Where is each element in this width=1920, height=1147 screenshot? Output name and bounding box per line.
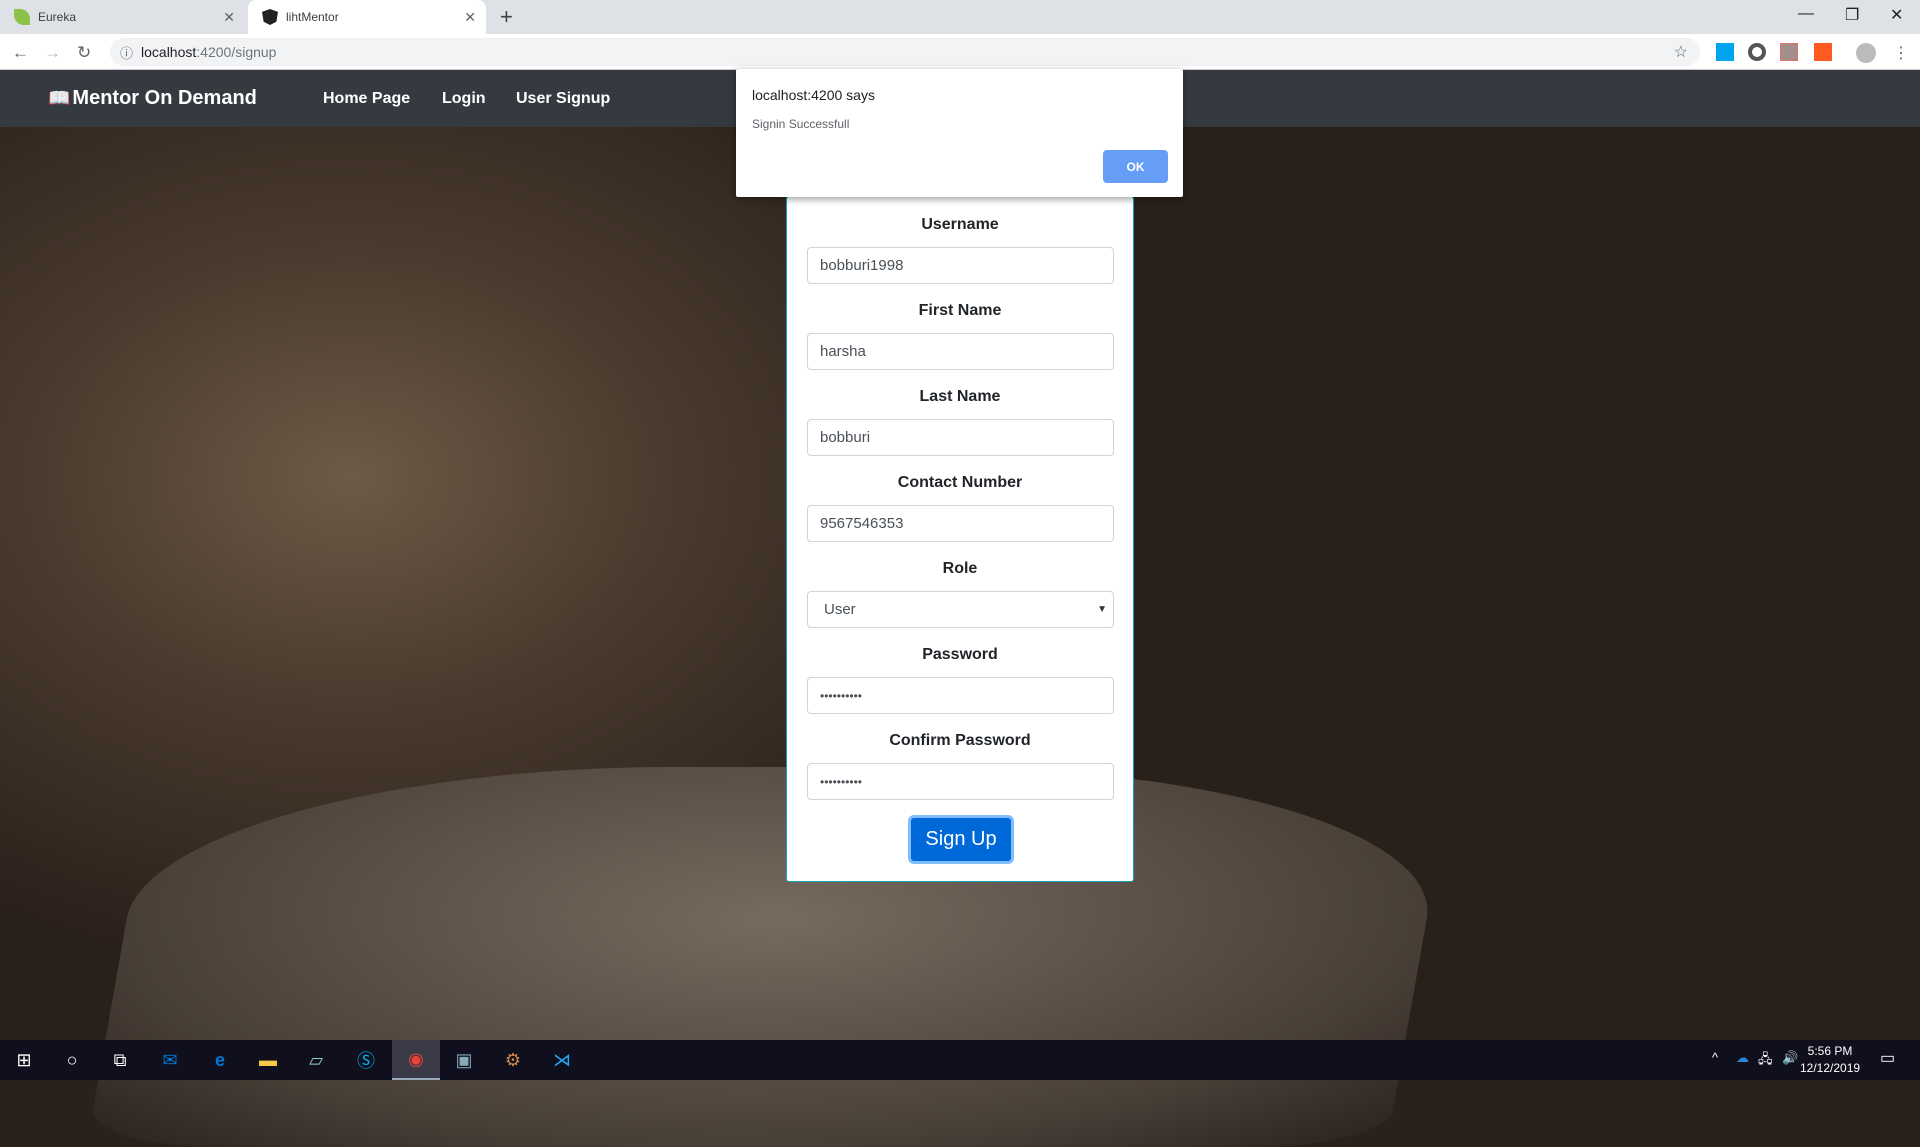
nav-home-page[interactable]: Home Page [323,90,410,108]
address-bar[interactable]: ⓘ localhost:4200/signup ☆ [110,38,1700,66]
minimize-button[interactable]: — [1798,5,1814,23]
profile-avatar[interactable] [1856,43,1876,63]
network-icon[interactable]: 🖧 [1758,1050,1773,1072]
url-path: :4200/signup [196,44,277,60]
url-host: localhost [141,44,197,60]
username-input[interactable]: bobburi1998 [807,247,1114,284]
role-value: User [824,601,856,618]
info-icon[interactable]: ⓘ [120,43,133,62]
role-select[interactable]: User ▼ [807,591,1114,628]
menu-icon[interactable]: ⋮ [1893,43,1909,63]
confirm-password-input[interactable]: •••••••••• [807,763,1114,800]
password-input[interactable]: •••••••••• [807,677,1114,714]
mysql-workbench-icon[interactable]: ▣ [440,1040,488,1080]
skype-icon[interactable]: Ⓢ [342,1040,390,1080]
tab-lihtmentor[interactable]: lihtMentor ✕ [248,0,486,34]
close-tab-icon[interactable]: ✕ [223,9,235,26]
java-ee-ide-icon[interactable]: ⚙ [489,1040,537,1080]
bookmark-star-icon[interactable]: ☆ [1674,42,1688,62]
ok-button[interactable]: OK [1103,150,1168,183]
volume-icon[interactable]: 🔊 [1782,1050,1798,1066]
signup-form: Username bobburi1998 First Name harsha L… [786,196,1134,882]
circle-extension-icon[interactable] [1748,43,1766,61]
windows-extension-icon[interactable] [1716,43,1734,61]
sign-up-button[interactable]: Sign Up [908,815,1014,864]
tab-eureka[interactable]: Eureka ✕ [0,0,245,34]
book-icon: 📖 [48,88,71,108]
windows-taskbar: ⊞ ○ ⧉ ✉ e ▬ ▱ Ⓢ ◉ ▣ ⚙ ⋊ ^ ☁ 🖧 🔊 5:56 PM 1… [0,1040,1920,1080]
outlook-icon[interactable]: ✉ [146,1040,194,1080]
file-explorer-icon[interactable]: ▬ [244,1040,292,1080]
time: 5:56 PM [1807,1044,1853,1058]
role-label: Role [942,560,978,577]
address-toolbar: ← → ↻ ⓘ localhost:4200/signup ☆ ⋮ [0,34,1920,70]
close-window-button[interactable]: ✕ [1890,5,1903,25]
chrome-icon[interactable]: ◉ [392,1040,440,1080]
restore-button[interactable]: ❐ [1845,5,1859,25]
nav-user-signup[interactable]: User Signup [516,90,610,108]
dialog-message: Signin Successfull [752,117,850,131]
notepad-icon[interactable]: ▱ [292,1040,340,1080]
back-icon[interactable]: ← [12,43,29,63]
open-book-image [86,767,1454,1147]
onedrive-icon[interactable]: ☁ [1736,1050,1749,1066]
search-circle-icon[interactable]: ○ [48,1040,96,1080]
first-name-input[interactable]: harsha [807,333,1114,370]
forward-icon[interactable]: → [44,43,61,63]
windows-start-icon[interactable]: ⊞ [0,1040,48,1080]
clock[interactable]: 5:56 PM 12/12/2019 [1800,1043,1860,1077]
password-label: Password [922,646,998,663]
tab-title: Eureka [38,10,77,24]
edge-icon[interactable]: e [196,1040,244,1080]
browser-tab-bar: Eureka ✕ lihtMentor ✕ + — ❐ ✕ [0,0,1920,34]
notifications-icon[interactable]: ▭ [1880,1048,1895,1068]
last-name-input[interactable]: bobburi [807,419,1114,456]
tab-title: lihtMentor [286,10,339,24]
alert-dialog: localhost:4200 says Signin Successfull O… [736,69,1183,197]
task-view-icon[interactable]: ⧉ [96,1040,144,1080]
username-label: Username [921,216,999,233]
tray-chevron-icon[interactable]: ^ [1712,1050,1718,1065]
confirm-password-label: Confirm Password [889,732,1031,749]
chevron-down-icon: ▼ [1097,604,1107,615]
brand-text: Mentor On Demand [72,87,257,109]
pdf-extension-icon[interactable] [1780,43,1798,61]
nav-login[interactable]: Login [442,90,486,108]
reload-icon[interactable]: ↻ [77,43,91,63]
date: 12/12/2019 [1800,1061,1861,1075]
new-tab-button[interactable]: + [500,4,513,30]
dialog-title: localhost:4200 says [752,87,875,103]
last-name-label: Last Name [919,388,1001,405]
vscode-icon[interactable]: ⋊ [538,1040,586,1080]
coupon-extension-icon[interactable] [1814,43,1832,61]
angular-icon [262,9,278,25]
contact-number-input[interactable]: 9567546353 [807,505,1114,542]
close-tab-icon[interactable]: ✕ [464,9,476,26]
first-name-label: First Name [918,302,1002,319]
spring-leaf-icon [14,9,30,25]
brand[interactable]: 📖 Mentor On Demand [48,87,257,110]
contact-number-label: Contact Number [897,474,1023,491]
